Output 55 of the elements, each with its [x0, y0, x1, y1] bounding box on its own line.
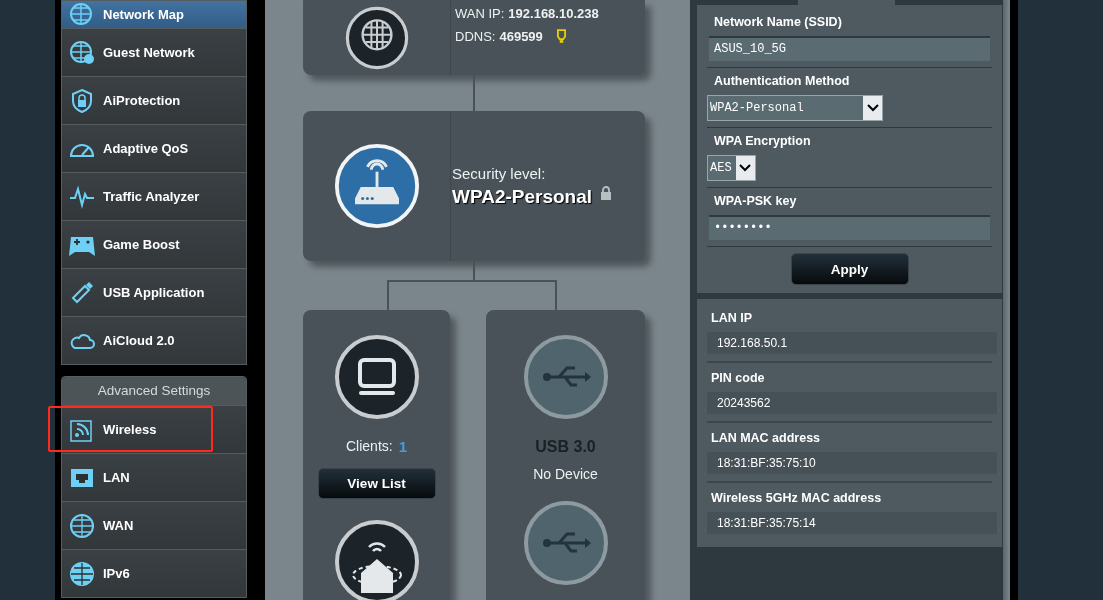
- sidebar-item[interactable]: Traffic Analyzer: [62, 173, 246, 221]
- info-label: PIN code: [710, 370, 766, 387]
- sidebar-item[interactable]: Wireless: [62, 406, 246, 454]
- usb-icon[interactable]: [522, 500, 609, 586]
- chevron-down-icon: [739, 164, 752, 172]
- globe-icon: [69, 560, 95, 587]
- info-label: Wireless 5GHz MAC address: [710, 490, 883, 507]
- wan-ip-value: 192.168.10.238: [508, 6, 599, 21]
- sidebar-item[interactable]: USB Application: [62, 269, 246, 317]
- lock-icon: [600, 185, 613, 200]
- router-icon[interactable]: [333, 143, 420, 229]
- bulb-icon: [556, 29, 566, 44]
- sidebar-item[interactable]: IPv6: [62, 550, 246, 597]
- security-label: Security level:: [452, 164, 547, 182]
- field-label: WPA-PSK key: [713, 193, 798, 210]
- section-title: Advanced Settings: [62, 377, 246, 406]
- shield-lock-icon: [69, 87, 95, 114]
- input-field[interactable]: ASUS_10_5G: [709, 36, 990, 61]
- info-value: 18:31:BF:35:75:10: [707, 452, 997, 474]
- smart-home-icon[interactable]: [333, 519, 420, 600]
- sidebar-item[interactable]: LAN: [62, 454, 246, 502]
- globe-icon: [69, 512, 95, 539]
- monitor-icon[interactable]: [333, 334, 420, 420]
- usb-icon[interactable]: [522, 334, 609, 420]
- sidebar-item[interactable]: Adaptive QoS: [62, 125, 246, 173]
- globe-icon[interactable]: [344, 5, 409, 70]
- chevron-down-icon: [866, 104, 879, 112]
- security-value: WPA2-Personal: [452, 185, 593, 208]
- sidebar-item[interactable]: WAN: [62, 502, 246, 550]
- sidebar-item[interactable]: Guest Network: [62, 29, 246, 77]
- usb-stick-icon: [69, 279, 95, 306]
- sidebar-item[interactable]: AiCloud 2.0: [62, 317, 246, 364]
- password-field[interactable]: ••••••••: [709, 215, 990, 240]
- info-value: 192.168.50.1: [707, 332, 997, 354]
- wan-ip-label: WAN IP:: [455, 6, 505, 21]
- info-label: LAN IP: [710, 310, 753, 327]
- info-value: 18:31:BF:35:75:14: [707, 512, 997, 534]
- sidebar-item[interactable]: Game Boost: [62, 221, 246, 269]
- field-label: WPA Encryption: [713, 133, 812, 150]
- field-label: Network Name (SSID): [713, 14, 843, 31]
- ddns-label: DDNS:: [455, 29, 496, 44]
- sidebar-item[interactable]: AiProtection: [62, 77, 246, 125]
- apply-button[interactable]: Apply: [790, 253, 909, 285]
- dropdown[interactable]: AES: [707, 155, 756, 181]
- ddns-value: 469599: [499, 29, 543, 44]
- clients-label: Clients:: [346, 438, 393, 455]
- view-list-button[interactable]: View List: [317, 468, 436, 499]
- info-value: 20243562: [707, 392, 997, 414]
- clients-count: 1: [398, 438, 407, 455]
- info-label: LAN MAC address: [710, 430, 822, 447]
- usb-status: No Device: [533, 466, 598, 482]
- globe-icon: [69, 1, 95, 28]
- sidebar-item[interactable]: Network Map: [62, 1, 246, 29]
- field-label: Authentication Method: [713, 73, 851, 90]
- dropdown[interactable]: WPA2-Personal: [707, 95, 883, 121]
